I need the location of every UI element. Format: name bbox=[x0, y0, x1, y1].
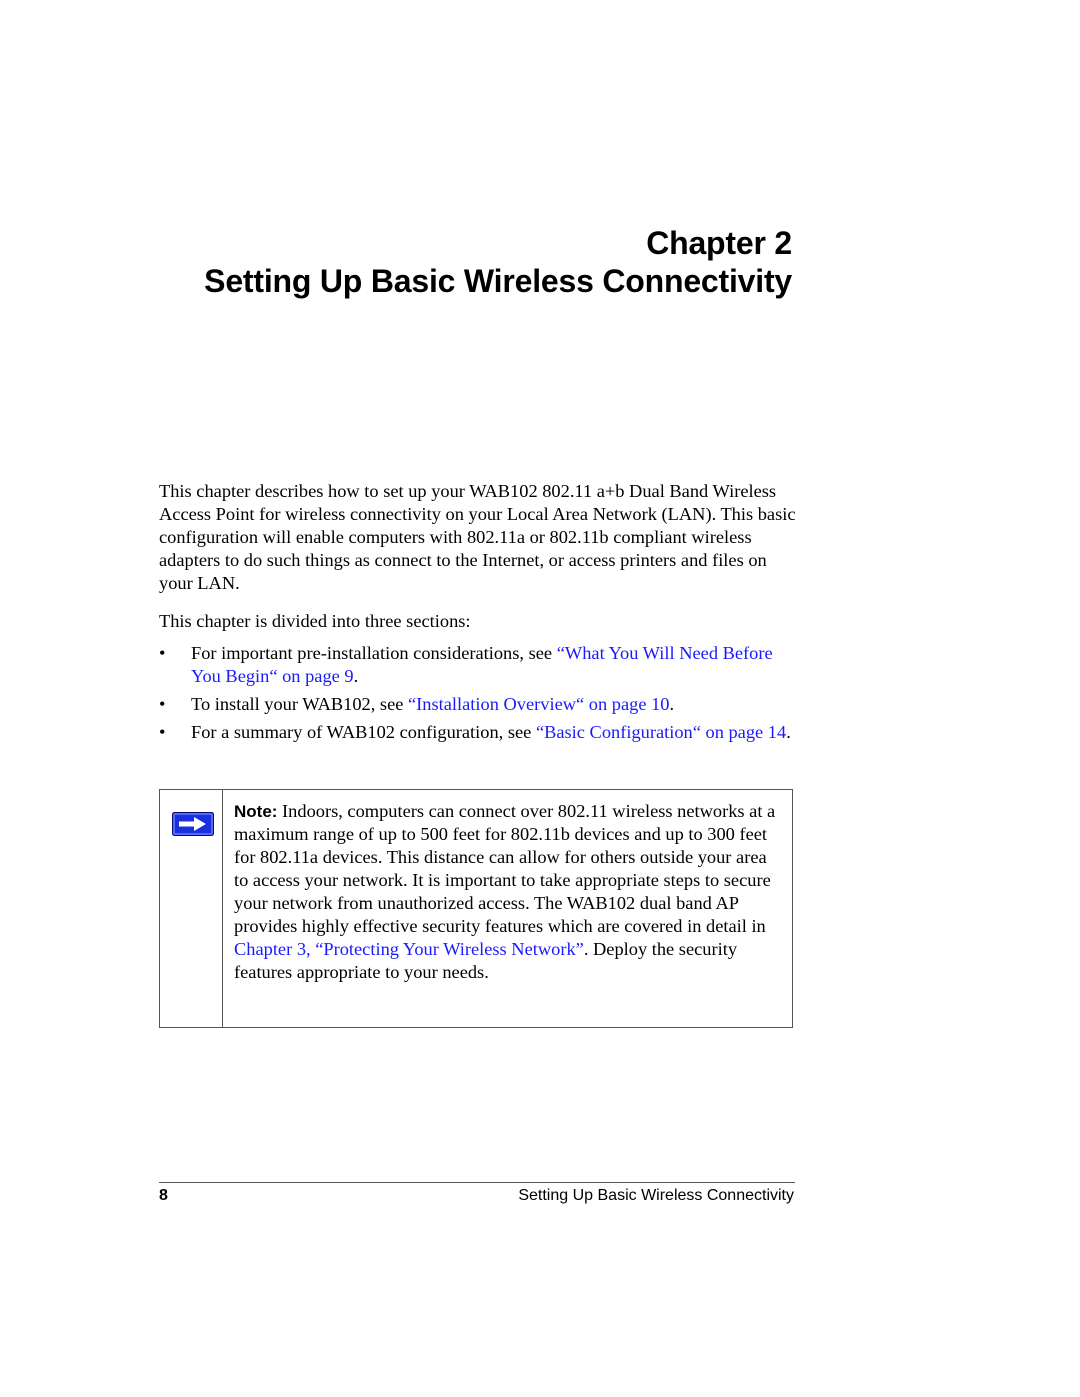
note-divider bbox=[222, 790, 223, 1027]
list-item: • For important pre-installation conside… bbox=[159, 642, 799, 688]
note-box: Note: Indoors, computers can connect ove… bbox=[159, 789, 793, 1028]
list-item-punct: . bbox=[669, 694, 675, 714]
bullet-icon: • bbox=[159, 694, 166, 714]
section-list: • For important pre-installation conside… bbox=[159, 642, 799, 749]
list-item-punct: . bbox=[786, 722, 791, 742]
chapter-heading: Chapter 2 Setting Up Basic Wireless Conn… bbox=[204, 224, 792, 300]
list-item-text: For a summary of WAB102 configuration, s… bbox=[191, 722, 536, 742]
chapter-title: Setting Up Basic Wireless Connectivity bbox=[204, 263, 792, 299]
note-label: Note: bbox=[234, 802, 278, 821]
list-item: • For a summary of WAB102 configuration,… bbox=[159, 721, 799, 744]
page-number: 8 bbox=[159, 1187, 168, 1204]
list-item-text: For important pre-installation considera… bbox=[191, 643, 557, 663]
running-footer-title: Setting Up Basic Wireless Connectivity bbox=[518, 1187, 794, 1204]
bullet-icon: • bbox=[159, 722, 166, 742]
link-installation-overview[interactable]: “Installation Overview“ on page 10 bbox=[408, 694, 669, 714]
footer-divider bbox=[159, 1182, 795, 1183]
list-item-punct: . bbox=[353, 666, 359, 686]
right-arrow-icon bbox=[172, 812, 214, 836]
link-chapter-3[interactable]: Chapter 3, “Protecting Your Wireless Net… bbox=[234, 939, 584, 959]
list-item: • To install your WAB102, see “Installat… bbox=[159, 693, 799, 716]
note-body: Indoors, computers can connect over 802.… bbox=[234, 801, 776, 936]
intro-paragraph: This chapter describes how to set up you… bbox=[159, 481, 796, 593]
note-text: Note: Indoors, computers can connect ove… bbox=[234, 800, 784, 984]
chapter-label: Chapter 2 bbox=[646, 225, 792, 261]
bullet-icon: • bbox=[159, 643, 166, 663]
link-basic-configuration[interactable]: “Basic Configuration“ on page 14 bbox=[536, 722, 786, 742]
list-item-text: To install your WAB102, see bbox=[191, 694, 408, 714]
sections-lead: This chapter is divided into three secti… bbox=[159, 611, 471, 631]
